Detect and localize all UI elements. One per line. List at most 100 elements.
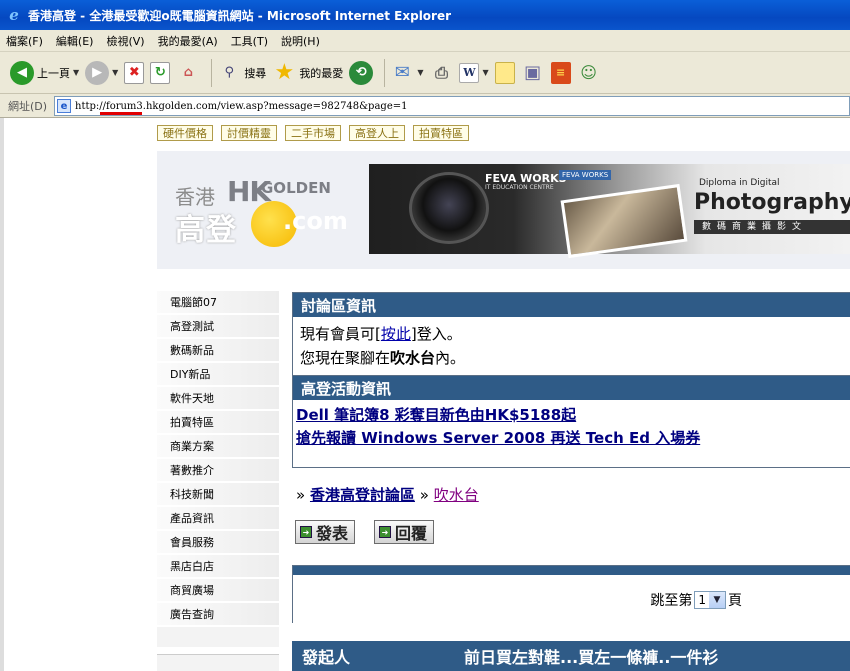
history-icon: ⟲ xyxy=(349,60,374,85)
edit-dropdown-icon[interactable]: ▼ xyxy=(482,68,488,77)
sidebar-item-golden-test[interactable]: 高登測試 xyxy=(157,315,279,339)
post-button[interactable]: ➜ 發表 xyxy=(295,520,356,544)
media-button[interactable]: ≡ xyxy=(550,56,571,90)
reply-button-label: 回覆 xyxy=(395,524,428,543)
site-banner: 香港 HK GOLDEN 高登 .com FEVA WORKS IT EDUCA… xyxy=(157,151,850,269)
stop-icon: ✖ xyxy=(124,61,145,84)
url-underline-annotation xyxy=(100,112,142,115)
menu-file[interactable]: 檔案(F) xyxy=(6,33,43,49)
sidebar-item-shop-reviews[interactable]: 黑店白店 xyxy=(157,555,279,579)
logo-text-golden: GOLDEN xyxy=(261,179,331,197)
poster-label: 發起人 xyxy=(302,648,351,667)
address-url[interactable]: http://forum3.hkgolden.com/view.asp?mess… xyxy=(75,101,407,112)
ad-photography-word: Photography xyxy=(694,190,850,215)
sidebar-item-member-services[interactable]: 會員服務 xyxy=(157,531,279,555)
login-link[interactable]: 按此 xyxy=(381,323,411,344)
favorites-label: 我的最愛 xyxy=(299,66,344,80)
sidebar-item-trade-plaza[interactable]: 商貿廣場 xyxy=(157,579,279,603)
forum-info-panel: 討論區資訊 現有會員可[按此]登入。 您現在聚腳在 吹水台 內。 xyxy=(292,292,850,376)
toolbar: ◀ 上一頁 ▼ ▶ ▼ ✖ ↻ ⌂ ⚲ 搜尋 ★ 我的最愛 ⟲ ✉ ▼ ⎙ W … xyxy=(0,52,850,94)
star-icon: ★ xyxy=(274,60,295,85)
search-button[interactable]: ⚲ 搜尋 xyxy=(217,56,267,90)
sidebar-item-diy-new[interactable]: DIY新品 xyxy=(157,363,279,387)
pager-header xyxy=(293,566,850,575)
menu-tools[interactable]: 工具(T) xyxy=(231,33,268,49)
activity-link-row: Dell 筆記簿8 彩奪目新色由HK$5188起 xyxy=(293,404,850,425)
pager-panel: 跳至第 1 ▼ 頁 xyxy=(292,565,850,624)
sidebar-item-computer-festival[interactable]: 電腦節07 xyxy=(157,291,279,315)
mail-button[interactable]: ✉ ▼ xyxy=(390,56,424,90)
breadcrumb-separator: » xyxy=(419,486,429,504)
address-input[interactable]: e http://forum3.hkgolden.com/view.asp?me… xyxy=(54,96,850,116)
address-label: 網址(D) xyxy=(8,99,48,113)
print-button[interactable]: ⎙ xyxy=(429,56,453,90)
mail-dropdown-icon[interactable]: ▼ xyxy=(417,68,423,77)
hkgolden-logo[interactable]: 香港 HK GOLDEN 高登 .com xyxy=(165,171,365,251)
sidebar-item-tech-news[interactable]: 科技新聞 xyxy=(157,483,279,507)
toolbar-separator xyxy=(211,58,213,87)
menu-view[interactable]: 檢視(V) xyxy=(106,33,144,49)
login-text-before: 現有會員可[ xyxy=(300,324,381,343)
home-button[interactable]: ⌂ xyxy=(176,56,200,90)
camera-lens-image xyxy=(409,172,489,244)
history-button[interactable]: ⟲ xyxy=(349,56,374,90)
back-dropdown-icon[interactable]: ▼ xyxy=(73,68,79,77)
stop-button[interactable]: ✖ xyxy=(124,56,145,90)
activity-panel: 高登活動資訊 Dell 筆記簿8 彩奪目新色由HK$5188起 搶先報讀 Win… xyxy=(292,375,850,468)
thread-title: 前日買左對鞋...買左一條褲..一件衫 xyxy=(464,648,719,667)
sidebar-bottom xyxy=(157,654,279,671)
sidebar-item-auction[interactable]: 拍賣特區 xyxy=(157,411,279,435)
pager-text-after: 頁 xyxy=(728,592,742,609)
reply-arrow-icon: ➜ xyxy=(379,526,391,538)
toplink-hardware-prices[interactable]: 硬件價格 xyxy=(157,125,213,141)
refresh-icon: ↻ xyxy=(150,61,171,84)
research-button[interactable]: ▣ xyxy=(521,56,545,90)
location-text-after: 內。 xyxy=(435,348,466,367)
back-arrow-icon: ◀ xyxy=(10,60,34,85)
home-icon: ⌂ xyxy=(183,65,193,80)
page-icon: e xyxy=(57,99,71,113)
logo-text-golden-chinese: 高登 xyxy=(175,213,237,248)
favorites-button[interactable]: ★ 我的最愛 xyxy=(272,56,343,90)
breadcrumb-root-link[interactable]: 香港高登討論區 xyxy=(310,486,415,504)
toplink-auction[interactable]: 拍賣特區 xyxy=(413,125,469,141)
breadcrumb-separator: » xyxy=(296,486,306,504)
edit-button[interactable]: W ▼ xyxy=(459,56,489,90)
sidebar-item-business[interactable]: 商業方案 xyxy=(157,435,279,459)
sidebar-item-deals[interactable]: 著數推介 xyxy=(157,459,279,483)
back-button[interactable]: ◀ 上一頁 ▼ xyxy=(10,56,79,90)
activity-link-dell[interactable]: Dell 筆記簿8 彩奪目新色由HK$5188起 xyxy=(293,406,576,424)
refresh-button[interactable]: ↻ xyxy=(150,56,171,90)
toplink-golden-people[interactable]: 高登人上 xyxy=(349,125,405,141)
forward-dropdown-icon[interactable]: ▼ xyxy=(112,68,118,77)
ad-photos-image xyxy=(560,183,688,259)
activity-link-windows-server[interactable]: 搶先報讀 Windows Server 2008 再送 Tech Ed 入場券 xyxy=(293,429,700,447)
breadcrumb-current-link[interactable]: 吹水台 xyxy=(434,486,479,504)
forward-button[interactable]: ▶ ▼ xyxy=(85,56,118,90)
menu-bar: 檔案(F) 編輯(E) 檢視(V) 我的最愛(A) 工具(T) 說明(H) xyxy=(0,30,850,52)
forum-info-heading: 討論區資訊 xyxy=(293,293,850,317)
back-label: 上一頁 xyxy=(37,66,70,80)
sidebar-item-ad-enquiry[interactable]: 廣告查詢 xyxy=(157,603,279,627)
ad-brand-tag: FEVA WORKS xyxy=(559,170,612,180)
reply-button[interactable]: ➜ 回覆 xyxy=(374,520,435,544)
sidebar-item-software[interactable]: 軟件天地 xyxy=(157,387,279,411)
banner-advertisement[interactable]: FEVA WORKS IT EDUCATION CENTRE FEVA WORK… xyxy=(369,164,850,259)
sidebar-item-digital-new[interactable]: 數碼新品 xyxy=(157,339,279,363)
toplink-second-hand[interactable]: 二手市場 xyxy=(285,125,341,141)
messenger-button[interactable]: ☺ xyxy=(577,56,601,90)
discuss-button[interactable] xyxy=(494,56,515,90)
messenger-icon: ☺ xyxy=(580,63,597,82)
search-icon: ⚲ xyxy=(224,65,235,80)
toplink-price-wizard[interactable]: 討價精靈 xyxy=(221,125,277,141)
search-label: 搜尋 xyxy=(244,66,267,80)
menu-help[interactable]: 說明(H) xyxy=(281,33,320,49)
sidebar-item-product-info[interactable]: 產品資訊 xyxy=(157,507,279,531)
page-select-value: 1 xyxy=(698,592,706,607)
pager-text-before: 跳至第 xyxy=(650,592,693,609)
chevron-down-icon[interactable]: ▼ xyxy=(709,591,725,608)
page-select[interactable]: 1 ▼ xyxy=(694,590,726,609)
menu-edit[interactable]: 編輯(E) xyxy=(56,33,94,49)
logo-text-com: .com xyxy=(283,207,348,235)
menu-favorites[interactable]: 我的最愛(A) xyxy=(158,33,218,49)
